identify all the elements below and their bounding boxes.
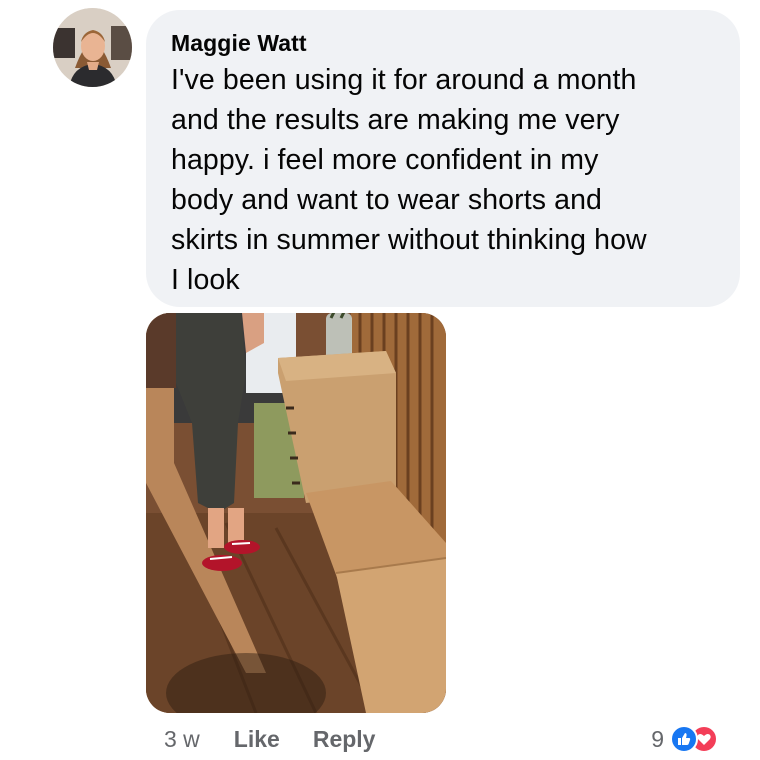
- reaction-summary[interactable]: 9: [651, 722, 718, 756]
- comment-photo[interactable]: [146, 313, 446, 713]
- reply-button[interactable]: Reply: [313, 726, 376, 753]
- author-name[interactable]: Maggie Watt: [171, 28, 718, 58]
- like-icon: [670, 725, 698, 753]
- avatar[interactable]: [53, 8, 132, 87]
- comment-bubble: Maggie Watt I've been using it for aroun…: [146, 10, 740, 307]
- reaction-count: 9: [651, 725, 664, 752]
- like-button[interactable]: Like: [234, 726, 280, 753]
- comment-text: I've been using it for around a month an…: [171, 64, 647, 296]
- comment-timestamp[interactable]: 3 w: [164, 726, 200, 753]
- comment-actions: 3 w Like Reply: [164, 722, 408, 756]
